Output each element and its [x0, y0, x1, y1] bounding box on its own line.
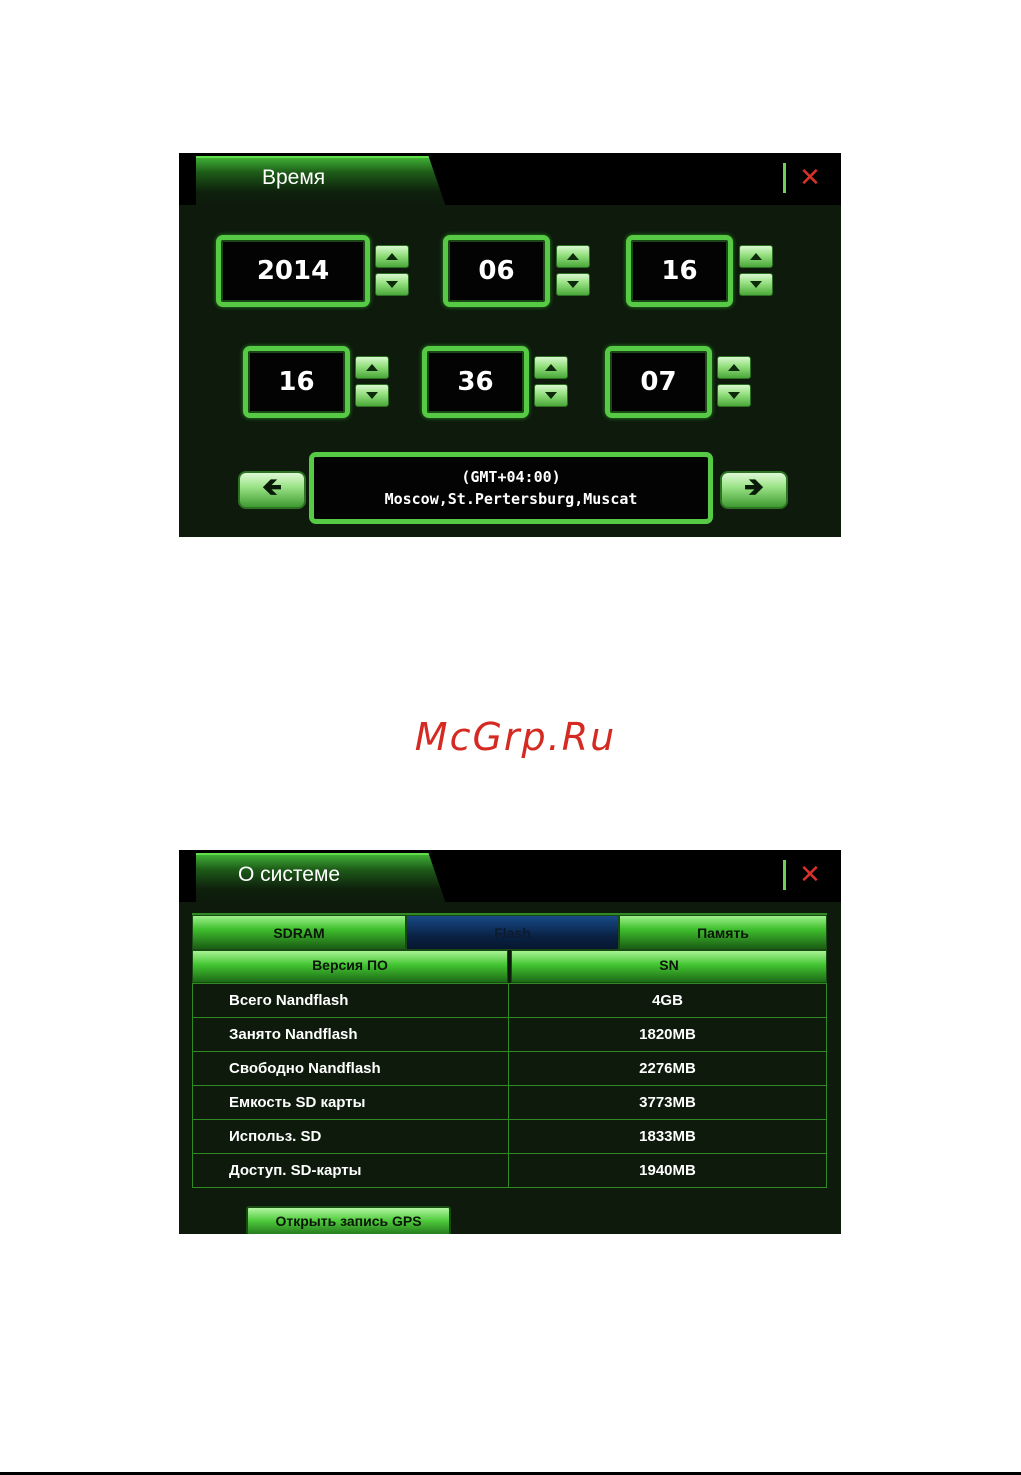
arrow-up-icon: [728, 364, 740, 371]
title-bar: О системе ✕: [179, 850, 841, 904]
table-row: Занято Nandflash 1820MB: [192, 1017, 827, 1052]
timezone-offset: (GMT+04:00): [461, 468, 561, 486]
row-label: Занято Nandflash: [192, 1017, 509, 1052]
table-row: Использ. SD 1833MB: [192, 1119, 827, 1154]
watermark: McGrp.Ru: [414, 715, 617, 759]
hour-up-button[interactable]: [355, 356, 389, 379]
screen-title: Время: [262, 166, 326, 189]
table-row: Доступ. SD-карты 1940MB: [192, 1153, 827, 1188]
row-value: 1940MB: [508, 1153, 827, 1188]
row-value: 2276MB: [508, 1051, 827, 1086]
hour-field[interactable]: 16: [243, 346, 350, 418]
day-field[interactable]: 16: [626, 235, 733, 307]
arrow-down-icon: [750, 281, 762, 288]
year-field[interactable]: 2014: [216, 235, 370, 307]
title-divider: [783, 163, 786, 193]
minute-up-button[interactable]: [534, 356, 568, 379]
arrow-up-icon: [545, 364, 557, 371]
timezone-display: (GMT+04:00) Moscow,St.Pertersburg,Muscat: [309, 452, 713, 524]
flash-info-table: Всего Nandflash 4GB Занято Nandflash 182…: [192, 983, 827, 1188]
screen-title: О системе: [238, 863, 341, 886]
year-up-button[interactable]: [375, 245, 409, 268]
title-tab: Время: [196, 156, 446, 207]
table-row: Всего Nandflash 4GB: [192, 983, 827, 1018]
timezone-cities: Moscow,St.Pertersburg,Muscat: [384, 490, 638, 508]
minute-field[interactable]: 36: [422, 346, 529, 418]
row-value: 1833MB: [508, 1119, 827, 1154]
row-label: Свободно Nandflash: [192, 1051, 509, 1086]
row-label: Доступ. SD-карты: [192, 1153, 509, 1188]
arrow-down-icon: [728, 392, 740, 399]
second-down-button[interactable]: [717, 384, 751, 407]
day-up-button[interactable]: [739, 245, 773, 268]
arrow-down-icon: [386, 281, 398, 288]
month-field[interactable]: 06: [443, 235, 550, 307]
row-value: 4GB: [508, 983, 827, 1018]
tab-bar: SDRAM Flash Память: [192, 913, 827, 950]
row-label: Использ. SD: [192, 1119, 509, 1154]
subheader-bar: Версия ПО SN: [192, 950, 827, 983]
table-row: Свободно Nandflash 2276MB: [192, 1051, 827, 1086]
arrow-right-icon: 🡺: [744, 472, 764, 501]
tab-memory[interactable]: Память: [619, 915, 827, 950]
row-label: Емкость SD карты: [192, 1085, 509, 1120]
subheader-firmware-version[interactable]: Версия ПО: [192, 950, 508, 983]
arrow-up-icon: [750, 253, 762, 260]
time-settings-screen: Время ✕ 2014 06 16 16 36 07 🡸 (GMT+04:00…: [179, 153, 841, 537]
arrow-down-icon: [545, 392, 557, 399]
open-gps-log-button[interactable]: Открыть запись GPS: [246, 1206, 451, 1234]
arrow-up-icon: [567, 253, 579, 260]
title-tab: О системе: [196, 853, 446, 904]
title-bar: Время ✕: [179, 153, 841, 207]
second-field[interactable]: 07: [605, 346, 712, 418]
year-down-button[interactable]: [375, 273, 409, 296]
row-label: Всего Nandflash: [192, 983, 509, 1018]
arrow-up-icon: [366, 364, 378, 371]
tab-sdram[interactable]: SDRAM: [192, 915, 406, 950]
day-down-button[interactable]: [739, 273, 773, 296]
row-value: 1820MB: [508, 1017, 827, 1052]
tab-flash[interactable]: Flash: [406, 915, 619, 950]
arrow-up-icon: [386, 253, 398, 260]
hour-down-button[interactable]: [355, 384, 389, 407]
system-info-screen: О системе ✕ SDRAM Flash Память Версия ПО…: [179, 850, 841, 1234]
timezone-next-button[interactable]: 🡺: [720, 471, 788, 509]
month-down-button[interactable]: [556, 273, 590, 296]
table-row: Емкость SD карты 3773MB: [192, 1085, 827, 1120]
timezone-prev-button[interactable]: 🡸: [238, 471, 306, 509]
close-button[interactable]: ✕: [791, 858, 829, 892]
arrow-down-icon: [366, 392, 378, 399]
second-up-button[interactable]: [717, 356, 751, 379]
row-value: 3773MB: [508, 1085, 827, 1120]
subheader-sn[interactable]: SN: [511, 950, 827, 983]
arrow-left-icon: 🡸: [262, 472, 282, 501]
minute-down-button[interactable]: [534, 384, 568, 407]
close-button[interactable]: ✕: [791, 161, 829, 195]
month-up-button[interactable]: [556, 245, 590, 268]
arrow-down-icon: [567, 281, 579, 288]
title-divider: [783, 860, 786, 890]
